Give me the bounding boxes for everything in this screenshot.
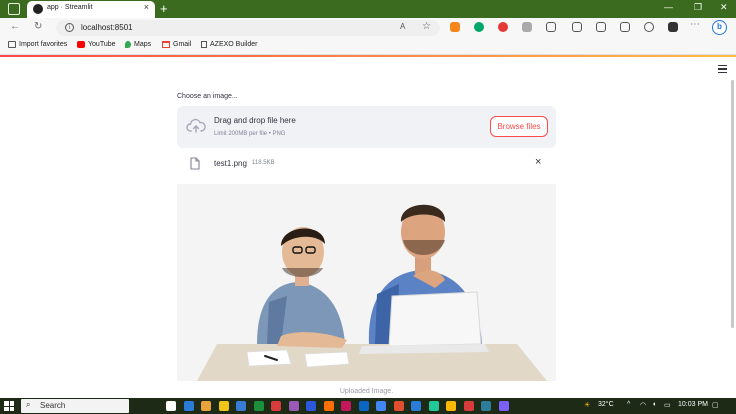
more-options-icon[interactable]: ⋯ xyxy=(690,19,700,30)
opera-extension-icon[interactable] xyxy=(498,22,508,32)
bookmark-label: Import favorites xyxy=(19,41,68,48)
bookmarks-bar: Import favorites YouTube Maps Gmail AZEX… xyxy=(0,37,736,55)
taskbar-app-icon[interactable] xyxy=(166,401,176,411)
taskbar-app-icon[interactable] xyxy=(393,401,404,411)
taskbar-app-icon[interactable] xyxy=(183,401,194,411)
notification-icon[interactable]: ▢ xyxy=(712,401,719,409)
taskbar-app-icon[interactable] xyxy=(288,401,299,411)
windows-taskbar: ⌕ Search ☀ 32°C ^ ◠ ◖ ▭ 10:03 PM ▢ xyxy=(0,398,736,414)
title-bar: app · Streamlit × + — ❐ ✕ xyxy=(0,0,736,18)
close-window-button[interactable]: ✕ xyxy=(720,2,728,13)
taskbar-app-icon[interactable] xyxy=(253,401,264,411)
bing-copilot-icon[interactable]: b xyxy=(712,20,727,35)
bookmark-label: Maps xyxy=(134,41,152,48)
maps-pin-icon xyxy=(125,41,131,48)
bookmark-youtube[interactable]: YouTube xyxy=(77,41,116,48)
favorites-icon[interactable] xyxy=(596,22,606,32)
file-icon xyxy=(190,157,200,170)
taskbar-app-icon[interactable] xyxy=(463,401,474,411)
import-icon xyxy=(8,41,16,48)
uploaded-image xyxy=(177,184,556,381)
volume-icon[interactable]: ◖ xyxy=(652,401,656,408)
taskbar-app-icon[interactable] xyxy=(236,401,246,411)
maximize-button[interactable]: ❐ xyxy=(694,2,702,13)
page-scrollbar[interactable] xyxy=(731,80,734,328)
battery-icon[interactable]: ▭ xyxy=(664,401,671,409)
bookmark-azexo-builder[interactable]: AZEXO Builder xyxy=(201,41,257,48)
taskbar-app-icon[interactable] xyxy=(358,401,369,411)
page-icon xyxy=(201,41,207,48)
split-screen-icon[interactable] xyxy=(572,22,582,32)
tab-title: app · Streamlit xyxy=(47,4,93,11)
grammarly-extension-icon[interactable] xyxy=(474,22,484,32)
taskbar-app-icon[interactable] xyxy=(271,401,281,411)
taskbar-app-icon[interactable] xyxy=(411,401,421,411)
extension-icon[interactable] xyxy=(522,22,532,32)
show-hidden-icons[interactable]: ^ xyxy=(627,401,630,408)
back-icon[interactable]: ← xyxy=(10,21,20,32)
taskbar-app-icon[interactable] xyxy=(481,401,491,411)
bookmark-label: YouTube xyxy=(88,41,116,48)
taskbar-app-icon[interactable] xyxy=(218,401,229,411)
bookmark-import-favorites[interactable]: Import favorites xyxy=(8,41,67,48)
two-men-at-laptop-photo xyxy=(177,184,556,381)
url-text[interactable]: localhost:8501 xyxy=(81,23,133,32)
file-name: test1.png xyxy=(214,159,247,168)
bookmark-gmail[interactable]: Gmail xyxy=(162,41,191,48)
profile-avatar[interactable] xyxy=(668,22,678,32)
taskbar-app-icon[interactable] xyxy=(306,401,316,411)
streamlit-header-decoration xyxy=(0,55,736,57)
taskbar-app-icon[interactable] xyxy=(498,401,509,411)
tab-close-icon[interactable]: × xyxy=(144,2,149,12)
refresh-icon[interactable]: ↻ xyxy=(34,21,42,32)
taskbar-app-icon[interactable] xyxy=(376,401,386,411)
dropzone-limit: Limit 200MB per file • PNG xyxy=(214,131,286,137)
taskbar-search-box[interactable]: ⌕ Search xyxy=(21,399,129,413)
site-info-icon[interactable]: i xyxy=(65,23,74,32)
read-aloud-icon[interactable]: A xyxy=(400,22,405,31)
remove-file-button[interactable]: × xyxy=(535,156,541,168)
browser-essentials-icon[interactable] xyxy=(644,22,654,32)
new-tab-button[interactable]: + xyxy=(160,0,168,17)
cloud-upload-icon xyxy=(186,118,206,133)
address-bar[interactable]: i localhost:8501 A ☆ xyxy=(56,20,440,36)
image-caption: Uploaded Image. xyxy=(339,388,394,395)
windows-start-icon[interactable] xyxy=(4,401,14,411)
taskbar-app-icon[interactable] xyxy=(446,401,456,411)
taskbar-app-icon[interactable] xyxy=(323,401,334,411)
streamlit-favicon-icon xyxy=(33,4,43,14)
file-size: 118.5KB xyxy=(252,160,275,166)
uploaded-file-row: test1.png 118.5KB × xyxy=(177,152,556,174)
tab-app-streamlit[interactable]: app · Streamlit × xyxy=(27,1,155,18)
collections-icon[interactable] xyxy=(620,22,630,32)
taskbar-app-icon[interactable] xyxy=(341,401,351,411)
workspaces-icon[interactable] xyxy=(8,3,20,15)
extensions-puzzle-icon[interactable] xyxy=(546,22,556,32)
browse-files-button[interactable]: Browse files xyxy=(490,116,548,137)
minimize-button[interactable]: — xyxy=(664,2,673,12)
file-uploader-label: Choose an image... xyxy=(177,93,238,100)
navigation-bar: ← ↻ i localhost:8501 A ☆ ⋯ b xyxy=(0,18,736,37)
weather-icon[interactable]: ☀ xyxy=(584,401,590,409)
main-menu-icon[interactable] xyxy=(718,65,727,75)
youtube-icon xyxy=(77,41,85,48)
metamask-extension-icon[interactable] xyxy=(450,22,460,32)
clock-time[interactable]: 10:03 PM xyxy=(678,401,708,408)
taskbar-search-placeholder: Search xyxy=(40,401,66,410)
file-dropzone[interactable]: Drag and drop file here Limit 200MB per … xyxy=(177,106,556,148)
bookmark-label: AZEXO Builder xyxy=(210,41,258,48)
taskbar-app-icon[interactable] xyxy=(201,401,211,411)
bookmark-maps[interactable]: Maps xyxy=(125,41,151,48)
dropzone-title: Drag and drop file here xyxy=(214,116,296,125)
search-icon: ⌕ xyxy=(26,400,31,409)
temperature[interactable]: 32°C xyxy=(598,401,614,408)
bookmark-label: Gmail xyxy=(173,41,192,48)
favorite-star-icon[interactable]: ☆ xyxy=(422,21,431,32)
wifi-icon[interactable]: ◠ xyxy=(640,401,646,409)
taskbar-app-icon[interactable] xyxy=(428,401,439,411)
gmail-icon xyxy=(162,41,170,48)
